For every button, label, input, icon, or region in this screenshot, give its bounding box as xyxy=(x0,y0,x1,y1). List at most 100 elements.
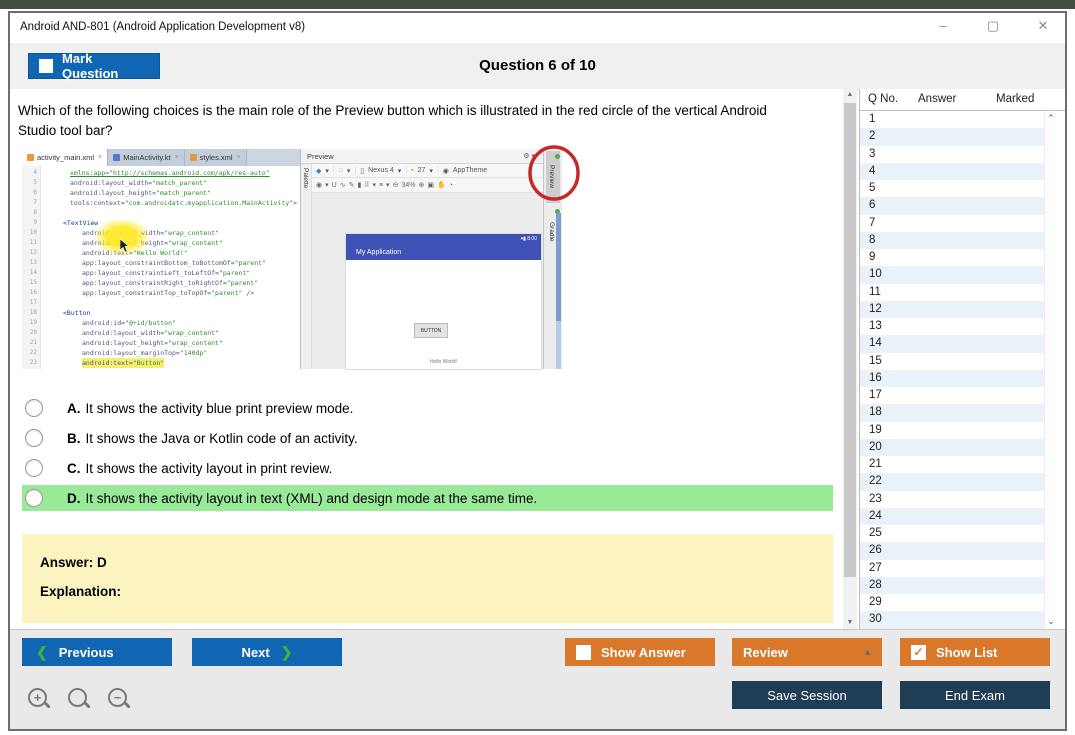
show-list-label: Show List xyxy=(936,645,997,660)
toolbar-icon: ▾ xyxy=(347,167,351,175)
option-radio[interactable] xyxy=(25,429,43,447)
scrollbar-thumb[interactable] xyxy=(844,103,856,577)
question-row-23[interactable]: 23 xyxy=(860,491,1044,508)
code-line: 8 xyxy=(22,208,300,218)
question-row-12[interactable]: 12 xyxy=(860,301,1044,318)
question-row-9[interactable]: 9 xyxy=(860,249,1044,266)
question-row-17[interactable]: 17 xyxy=(860,387,1044,404)
window-title: Android AND-801 (Android Application Dev… xyxy=(20,21,305,33)
option-text: It shows the Java or Kotlin code of an a… xyxy=(86,431,358,446)
code-editor: 4xmlns:app="http://schemas.android.com/a… xyxy=(22,166,300,369)
code-line: 23android:text="Button" xyxy=(22,358,300,368)
previous-button[interactable]: ❮ Previous xyxy=(22,638,172,666)
phone-status-bar: ▾▮ 8:00 xyxy=(521,236,537,242)
toolbar-icon: ⠿ xyxy=(364,181,369,189)
preview-panel-header: Preview ⚙ ▾ xyxy=(301,149,543,164)
theme-selector: AppTheme xyxy=(453,167,487,174)
close-icon[interactable]: ✕ xyxy=(1033,18,1053,34)
page: Android AND-801 (Android Application Dev… xyxy=(0,0,1075,735)
question-row-10[interactable]: 10 xyxy=(860,266,1044,283)
layers-icon: ◆ xyxy=(316,167,321,175)
question-row-30[interactable]: 30 xyxy=(860,611,1044,628)
question-row-7[interactable]: 7 xyxy=(860,215,1044,232)
question-row-16[interactable]: 16 xyxy=(860,370,1044,387)
end-exam-button[interactable]: End Exam xyxy=(900,681,1050,709)
editor-tab: activity_main.xml× xyxy=(22,149,108,166)
question-row-18[interactable]: 18 xyxy=(860,404,1044,421)
preview-toolbar-row2: ◉▾U∿✎▮⠿▾≡▾⊖34%⊕▣✋◔ xyxy=(312,178,543,193)
toolbar-icon: ⊖ xyxy=(393,181,399,189)
scroll-up-icon[interactable]: ▲ xyxy=(843,89,857,101)
question-row-27[interactable]: 27 xyxy=(860,560,1044,577)
question-row-2[interactable]: 2 xyxy=(860,128,1044,145)
question-row-5[interactable]: 5 xyxy=(860,180,1044,197)
question-row-11[interactable]: 11 xyxy=(860,284,1044,301)
question-row-6[interactable]: 6 xyxy=(860,197,1044,214)
window-controls: – ▢ ✕ xyxy=(933,18,1053,34)
magnifier-icon[interactable] xyxy=(68,688,94,714)
option-radio[interactable] xyxy=(25,459,43,477)
option-letter: A. xyxy=(67,401,81,416)
scroll-down-icon[interactable]: ▼ xyxy=(843,617,857,629)
question-row-13[interactable]: 13 xyxy=(860,318,1044,335)
toolbar-icon: ▾ xyxy=(325,167,329,175)
preview-panel: Preview ⚙ ▾ Palette ◆▾|◌▾|▯Nexus 4▾|▪27▾… xyxy=(300,149,543,369)
divider: | xyxy=(405,167,407,174)
minimize-icon[interactable]: – xyxy=(933,18,953,34)
question-row-3[interactable]: 3 xyxy=(860,146,1044,163)
question-row-22[interactable]: 22 xyxy=(860,473,1044,490)
question-row-19[interactable]: 19 xyxy=(860,422,1044,439)
zoom-in-icon[interactable]: + xyxy=(28,688,54,714)
phone-time: 8:00 xyxy=(527,236,537,242)
question-row-4[interactable]: 4 xyxy=(860,163,1044,180)
option-b[interactable]: B.It shows the Java or Kotlin code of an… xyxy=(22,425,833,451)
content-scrollbar[interactable]: ▲ ▼ xyxy=(843,89,857,629)
question-row-29[interactable]: 29 xyxy=(860,594,1044,611)
question-row-1[interactable]: 1 xyxy=(860,111,1044,128)
code-line: 12android:text="Hello World!" xyxy=(22,248,300,258)
question-row-26[interactable]: 26 xyxy=(860,542,1044,559)
option-d[interactable]: D.It shows the activity layout in text (… xyxy=(22,485,833,511)
android-studio-screenshot: activity_main.xml×MainActivity.kt×styles… xyxy=(22,149,562,369)
code-line: 15app:layout_constraintRight_toRightOf="… xyxy=(22,278,300,288)
question-row-21[interactable]: 21 xyxy=(860,456,1044,473)
option-a[interactable]: A.It shows the activity blue print previ… xyxy=(22,395,833,421)
show-list-button[interactable]: ✓ Show List xyxy=(900,638,1050,666)
toolbar-icon: ✎ xyxy=(349,181,355,189)
list-scroll-down-icon[interactable]: ⌄ xyxy=(1045,616,1057,627)
option-c[interactable]: C.It shows the activity layout in print … xyxy=(22,455,833,481)
tab-label: activity_main.xml xyxy=(37,153,94,162)
editor-tab: styles.xml× xyxy=(185,149,247,166)
show-answer-button[interactable]: Show Answer xyxy=(565,638,715,666)
question-row-14[interactable]: 14 xyxy=(860,335,1044,352)
question-row-25[interactable]: 25 xyxy=(860,525,1044,542)
explanation-label: Explanation: xyxy=(40,584,121,599)
question-list-scrollbar[interactable]: ⌃ ⌄ xyxy=(1044,111,1057,629)
question-row-24[interactable]: 24 xyxy=(860,508,1044,525)
show-list-checkbox[interactable]: ✓ xyxy=(911,645,926,660)
toolbar-icon: ▾ xyxy=(429,167,433,175)
code-line: 20android:layout_width="wrap_content" xyxy=(22,328,300,338)
question-row-15[interactable]: 15 xyxy=(860,353,1044,370)
review-dropdown-icon[interactable]: ▲ xyxy=(863,647,872,657)
review-label: Review xyxy=(743,645,788,660)
option-radio[interactable] xyxy=(25,399,43,417)
option-radio[interactable] xyxy=(25,489,43,507)
question-row-8[interactable]: 8 xyxy=(860,232,1044,249)
list-scroll-up-icon[interactable]: ⌃ xyxy=(1045,113,1057,124)
next-button[interactable]: Next ❯ xyxy=(192,638,342,666)
save-session-button[interactable]: Save Session xyxy=(732,681,882,709)
phone-button: BUTTON xyxy=(414,323,448,338)
maximize-icon[interactable]: ▢ xyxy=(983,18,1003,34)
question-row-20[interactable]: 20 xyxy=(860,439,1044,456)
review-button[interactable]: Review ▲ xyxy=(732,638,882,666)
toolbar-icon: ▮ xyxy=(357,181,361,189)
app-window: Android AND-801 (Android Application Dev… xyxy=(8,11,1067,731)
preview-canvas: ▾▮ 8:00 My Application BUTTON Hello Worl… xyxy=(312,193,543,369)
zoom-out-icon[interactable]: − xyxy=(108,688,134,714)
show-answer-checkbox[interactable] xyxy=(576,645,591,660)
question-row-28[interactable]: 28 xyxy=(860,577,1044,594)
editor-tabbar: activity_main.xml×MainActivity.kt×styles… xyxy=(22,149,300,166)
code-line: 16app:layout_constraintTop_toTopOf="pare… xyxy=(22,288,300,298)
column-marked: Marked xyxy=(996,93,1034,105)
